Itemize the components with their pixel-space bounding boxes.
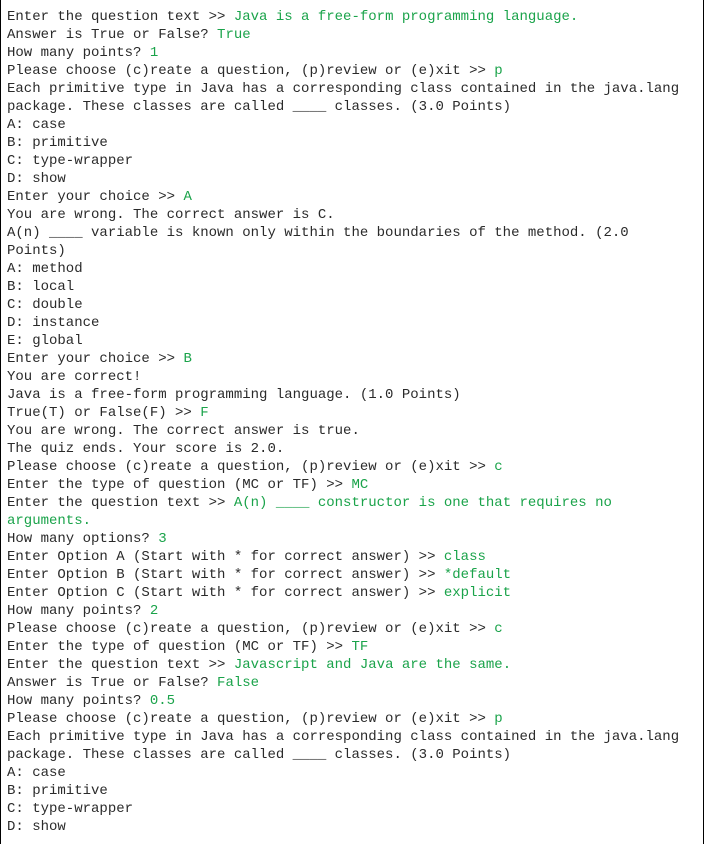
terminal-prompt: Enter Option B (Start with * for correct…	[7, 567, 444, 583]
terminal-prompt: Enter the question text >>	[7, 657, 234, 673]
terminal-prompt: Enter Option A (Start with * for correct…	[7, 549, 444, 565]
terminal-user-input: B	[183, 351, 191, 367]
terminal-user-input: TF	[351, 639, 368, 655]
terminal-prompt: A(n) ____ variable is known only within …	[7, 225, 637, 259]
terminal-prompt: A: method	[7, 261, 83, 277]
terminal-prompt: Java is a free-form programming language…	[7, 387, 461, 403]
terminal-prompt: Answer is True or False?	[7, 27, 217, 43]
terminal-user-input: 0.5	[150, 693, 175, 709]
terminal-prompt: You are wrong. The correct answer is tru…	[7, 423, 360, 439]
terminal-user-input: True	[217, 27, 251, 43]
terminal-prompt: D: instance	[7, 315, 99, 331]
terminal-prompt: Enter the type of question (MC or TF) >>	[7, 639, 351, 655]
terminal-prompt: D: show	[7, 819, 66, 835]
terminal-user-input: 2	[150, 603, 158, 619]
terminal-user-input: F	[200, 405, 208, 421]
terminal-user-input: False	[217, 675, 259, 691]
terminal-prompt: Each primitive type in Java has a corres…	[7, 81, 688, 115]
terminal-prompt: How many options?	[7, 531, 158, 547]
terminal-prompt: Enter Option C (Start with * for correct…	[7, 585, 444, 601]
terminal-prompt: B: primitive	[7, 783, 108, 799]
terminal-prompt: Please choose (c)reate a question, (p)re…	[7, 711, 494, 727]
terminal-output: Enter the question text >> Java is a fre…	[0, 0, 704, 844]
terminal-prompt: Enter your choice >>	[7, 189, 183, 205]
terminal-prompt: B: local	[7, 279, 74, 295]
terminal-user-input: 3	[158, 531, 166, 547]
terminal-user-input: p	[494, 711, 502, 727]
terminal-prompt: You are wrong. The correct answer is C.	[7, 207, 335, 223]
terminal-user-input: Javascript and Java are the same.	[234, 657, 511, 673]
terminal-user-input: class	[444, 549, 486, 565]
terminal-prompt: Enter the type of question (MC or TF) >>	[7, 477, 351, 493]
terminal-prompt: How many points?	[7, 603, 150, 619]
terminal-user-input: p	[494, 63, 502, 79]
terminal-prompt: Please choose (c)reate a question, (p)re…	[7, 621, 494, 637]
terminal-user-input: MC	[351, 477, 368, 493]
terminal-user-input: 1	[150, 45, 158, 61]
terminal-prompt: True(T) or False(F) >>	[7, 405, 200, 421]
terminal-prompt: Each primitive type in Java has a corres…	[7, 729, 688, 763]
terminal-prompt: E: global	[7, 333, 83, 349]
terminal-prompt: How many points?	[7, 45, 150, 61]
terminal-user-input: c	[494, 621, 502, 637]
terminal-prompt: How many points?	[7, 693, 150, 709]
terminal-prompt: Please choose (c)reate a question, (p)re…	[7, 63, 494, 79]
terminal-prompt: D: show	[7, 171, 66, 187]
terminal-prompt: The quiz ends. Your score is 2.0.	[7, 441, 284, 457]
terminal-prompt: C: double	[7, 297, 83, 313]
terminal-user-input: *default	[444, 567, 511, 583]
terminal-prompt: Enter the question text >>	[7, 495, 234, 511]
terminal-user-input: explicit	[444, 585, 511, 601]
terminal-prompt: Please choose (c)reate a question, (p)re…	[7, 459, 494, 475]
terminal-user-input: Java is a free-form programming language…	[234, 9, 578, 25]
terminal-prompt: C: type-wrapper	[7, 801, 133, 817]
terminal-user-input: A	[183, 189, 191, 205]
terminal-prompt: You are correct!	[7, 369, 141, 385]
terminal-prompt: A: case	[7, 765, 66, 781]
terminal-prompt: Answer is True or False?	[7, 675, 217, 691]
terminal-prompt: Enter your choice >>	[7, 351, 183, 367]
terminal-prompt: Enter the question text >>	[7, 9, 234, 25]
terminal-prompt: A: case	[7, 117, 66, 133]
terminal-prompt: C: type-wrapper	[7, 153, 133, 169]
terminal-prompt: B: primitive	[7, 135, 108, 151]
terminal-user-input: c	[494, 459, 502, 475]
